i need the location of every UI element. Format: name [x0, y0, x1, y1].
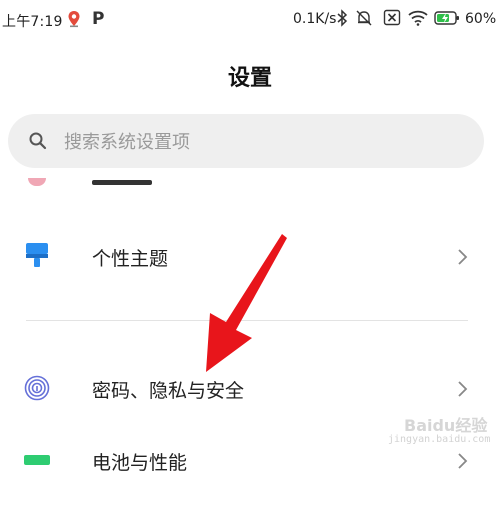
search-icon: [29, 132, 47, 150]
sim-off-icon: [383, 9, 401, 26]
bluetooth-icon: [337, 9, 348, 27]
settings-item-theme[interactable]: 个性主题: [0, 222, 500, 292]
status-time: 上午7:19: [2, 14, 63, 30]
map-pin-icon: [68, 11, 80, 28]
chevron-right-icon: [458, 453, 468, 469]
status-bar: 上午7:19 P 0.1K/s 60%: [0, 0, 500, 40]
mute-icon: [356, 10, 372, 26]
theme-brush-icon: [26, 243, 48, 267]
search-bar[interactable]: [8, 114, 484, 168]
wifi-icon: [408, 10, 428, 26]
divider: [26, 320, 468, 321]
battery-percentage: 60%: [465, 11, 497, 27]
settings-item-label: 密码、隐私与安全: [92, 380, 245, 402]
scrolled-item-partial: [0, 168, 500, 188]
chevron-right-icon: [458, 249, 468, 265]
watermark-text: Baidu经验: [404, 416, 488, 435]
network-speed: 0.1K/s: [293, 11, 337, 27]
watermark-logo: Baidu经验 jingyan.baidu.com: [384, 408, 496, 450]
chevron-right-icon: [458, 381, 468, 397]
page-title: 设置: [227, 66, 272, 91]
parking-app-icon: P: [92, 9, 105, 29]
settings-item-battery-performance[interactable]: 电池与性能: [0, 440, 500, 510]
search-input[interactable]: [62, 126, 466, 158]
fingerprint-icon: [24, 375, 50, 401]
battery-performance-icon: [24, 455, 50, 465]
watermark-url: jingyan.baidu.com: [388, 434, 491, 445]
battery-charging-icon: [434, 11, 459, 25]
settings-item-label: 个性主题: [92, 248, 169, 270]
